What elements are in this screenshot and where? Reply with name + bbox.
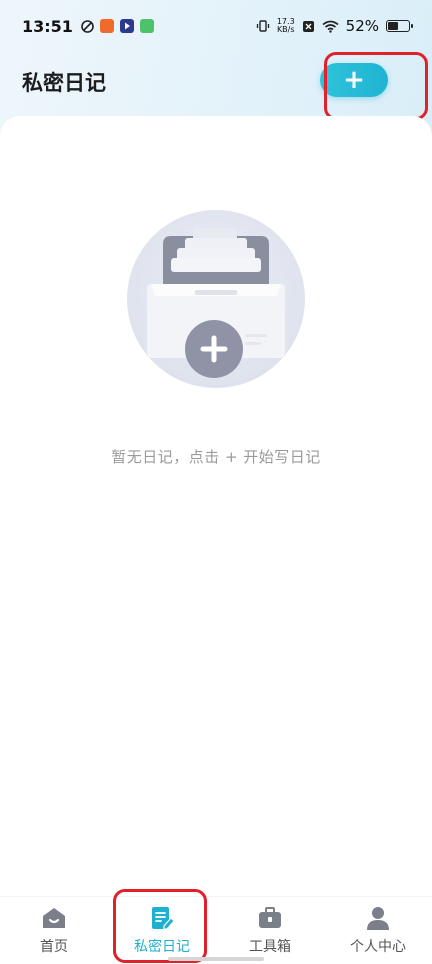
- toolbox-icon: [259, 907, 281, 928]
- empty-state: 暂无日记，点击 + 开始写日记: [0, 210, 432, 467]
- nav-item-profile[interactable]: 个人中心: [324, 897, 432, 964]
- status-bar: 13:51 17.3 KB/s 52%: [0, 0, 432, 52]
- network-speed: 17.3 KB/s: [277, 18, 295, 34]
- nav-item-toolbox[interactable]: 工具箱: [216, 897, 324, 964]
- nav-item-profile-label: 个人中心: [350, 939, 406, 955]
- battery-fill: [388, 22, 399, 30]
- status-right: 17.3 KB/s 52%: [256, 17, 413, 35]
- wifi-icon: [322, 20, 339, 33]
- bottom-nav: 首页 私密日记 工具箱 个人中心: [0, 896, 432, 964]
- nav-item-home[interactable]: 首页: [0, 897, 108, 964]
- status-left: 13:51: [22, 17, 154, 36]
- nav-item-home-label: 首页: [40, 939, 68, 955]
- home-indicator[interactable]: [168, 957, 264, 961]
- battery-percent: 52%: [345, 17, 379, 35]
- network-speed-unit: KB/s: [276, 25, 295, 34]
- notification-app-orange-icon: [99, 19, 114, 33]
- notification-app-play-icon: [119, 19, 134, 33]
- sim-off-icon: [302, 20, 314, 32]
- page-title: 私密日记: [22, 71, 106, 95]
- home-icon: [43, 908, 65, 928]
- vibrate-icon: [256, 20, 269, 32]
- notification-app-green-icon: [139, 19, 154, 33]
- battery-icon: [386, 20, 413, 32]
- status-time: 13:51: [22, 16, 73, 36]
- nav-item-toolbox-label: 工具箱: [249, 939, 291, 955]
- highlight-box-diary-tab: [113, 889, 207, 963]
- person-icon: [367, 907, 389, 930]
- highlight-box-add-button: [324, 52, 428, 120]
- empty-message: 暂无日记，点击 + 开始写日记: [111, 448, 321, 466]
- empty-drawer-plus-icon: [127, 210, 305, 388]
- notification-leaf-icon: [81, 19, 94, 33]
